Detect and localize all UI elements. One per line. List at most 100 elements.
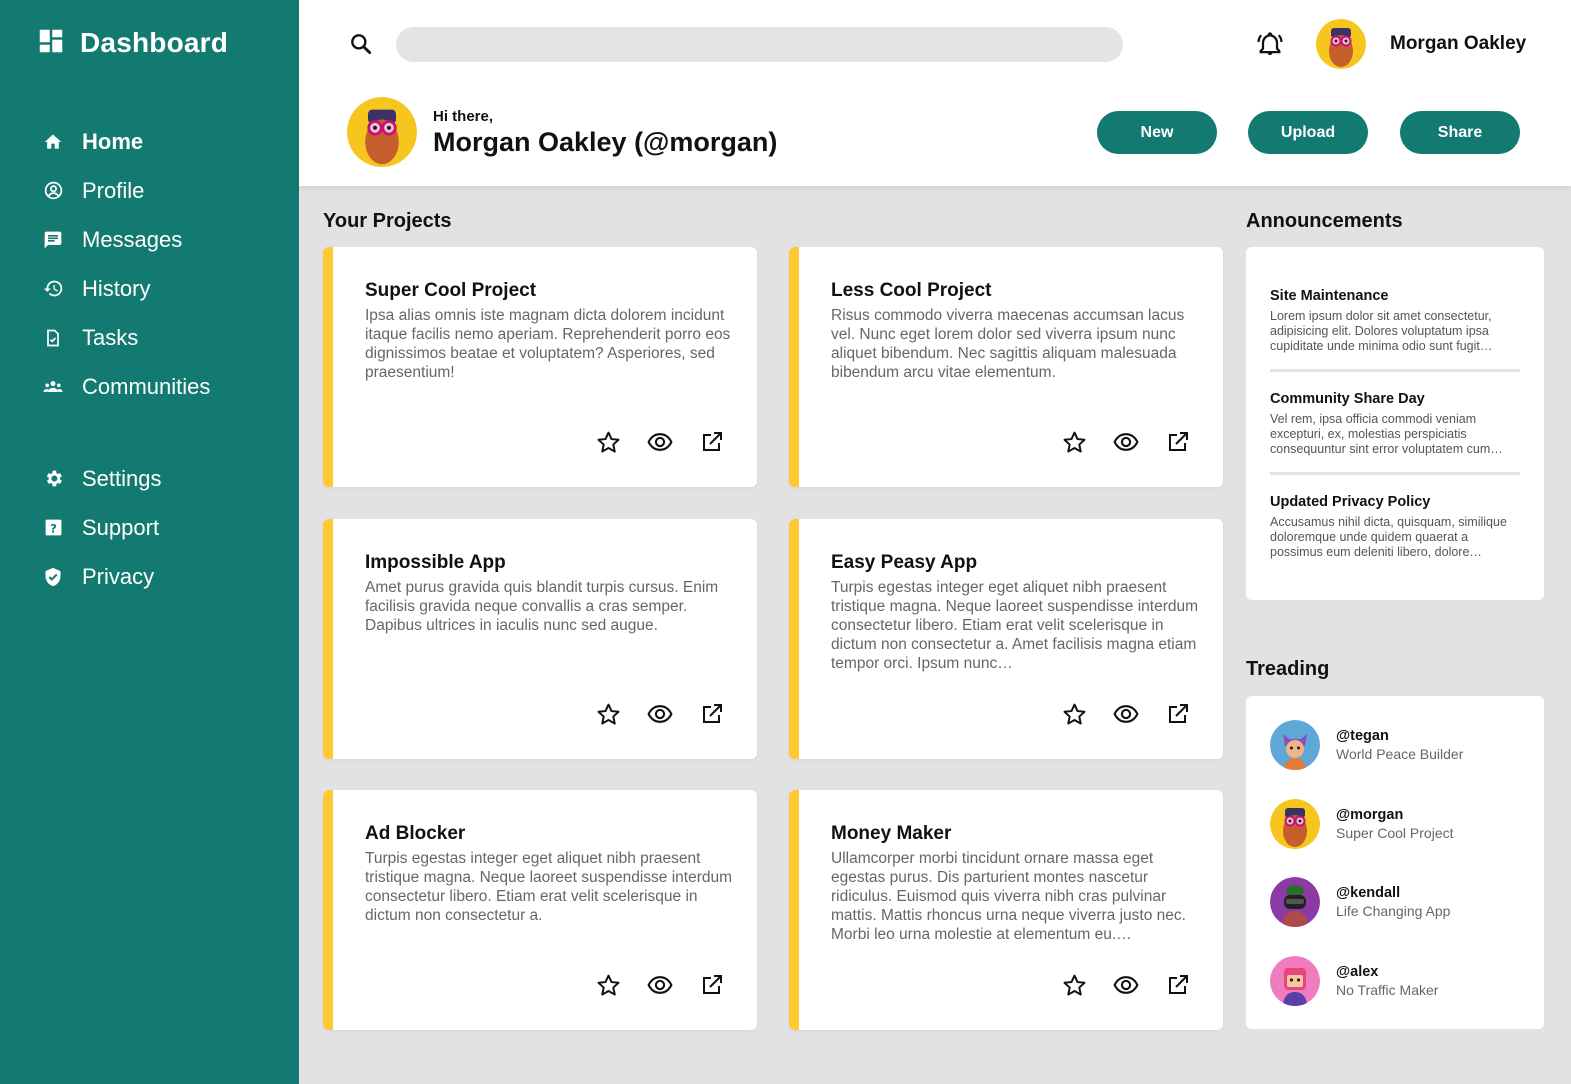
trending-handle: @kendall <box>1336 885 1401 901</box>
sidebar-item-label: Messages <box>82 226 183 252</box>
sidebar-item-label: Privacy <box>82 563 155 589</box>
eye-icon[interactable] <box>1113 701 1139 727</box>
sidebar-item-tasks[interactable]: Tasks <box>0 313 299 362</box>
profile-avatar <box>347 97 417 167</box>
svg-text:?: ? <box>50 521 57 535</box>
upload-button[interactable]: Upload <box>1248 111 1368 154</box>
trending-project: No Traffic Maker <box>1336 982 1439 998</box>
project-actions <box>595 429 725 455</box>
project-card[interactable]: Less Cool Project Risus commodo viverra … <box>789 247 1223 487</box>
dashboard-icon <box>36 26 66 61</box>
trending-handle: @tegan <box>1336 728 1389 744</box>
announcement-item[interactable]: Site Maintenance Lorem ipsum dolor sit a… <box>1270 288 1520 354</box>
greeting-name: Morgan Oakley (@morgan) <box>433 127 778 157</box>
project-description: Ullamcorper morbi tincidunt ornare massa… <box>831 850 1186 943</box>
trending-item[interactable]: @kendall Life Changing App <box>1270 877 1450 927</box>
sidebar-item-profile[interactable]: Profile <box>0 166 299 215</box>
trending-text: @morgan Super Cool Project <box>1336 807 1454 841</box>
eye-icon[interactable] <box>647 972 673 998</box>
sidebar-item-label: Home <box>82 128 144 154</box>
external-link-icon[interactable] <box>699 701 725 727</box>
sidebar-item-label: Tasks <box>82 324 139 350</box>
external-link-icon[interactable] <box>1165 429 1191 455</box>
trending-panel: @tegan World Peace Builder @morgan Super… <box>1246 696 1544 1029</box>
communities-icon <box>42 376 64 398</box>
external-link-icon[interactable] <box>699 429 725 455</box>
external-link-icon[interactable] <box>699 972 725 998</box>
profile-icon <box>42 180 64 202</box>
trending-item[interactable]: @alex No Traffic Maker <box>1270 956 1438 1006</box>
sidebar-item-label: Settings <box>82 465 162 491</box>
search-icon[interactable] <box>348 31 374 57</box>
search-input[interactable] <box>396 27 1123 62</box>
project-card[interactable]: Impossible App Amet purus gravida quis b… <box>323 519 757 759</box>
sidebar-item-privacy[interactable]: Privacy <box>0 552 299 601</box>
star-icon[interactable] <box>595 429 621 455</box>
home-icon <box>42 131 64 153</box>
announcements-title: Announcements <box>1246 210 1403 232</box>
project-card[interactable]: Ad Blocker Turpis egestas integer eget a… <box>323 790 757 1030</box>
sidebar-item-support[interactable]: ? Support <box>0 503 299 552</box>
sidebar-item-messages[interactable]: Messages <box>0 215 299 264</box>
external-link-icon[interactable] <box>1165 701 1191 727</box>
project-title: Impossible App <box>365 552 506 573</box>
header: Morgan Oakley Hi there, Morgan Oakley (@… <box>299 0 1571 186</box>
project-actions <box>595 972 725 998</box>
announcement-title: Site Maintenance <box>1270 288 1389 304</box>
avatar[interactable] <box>1316 19 1366 69</box>
trending-item[interactable]: @tegan World Peace Builder <box>1270 720 1463 770</box>
trending-item[interactable]: @morgan Super Cool Project <box>1270 799 1454 849</box>
project-actions <box>1061 701 1191 727</box>
project-description: Ipsa alias omnis iste magnam dicta dolor… <box>365 307 731 381</box>
project-description: Amet purus gravida quis blandit turpis c… <box>365 579 719 634</box>
announcement-title: Updated Privacy Policy <box>1270 494 1431 510</box>
project-actions <box>1061 429 1191 455</box>
sidebar-item-home[interactable]: Home <box>0 117 299 166</box>
trending-project: World Peace Builder <box>1336 746 1464 762</box>
trending-handle: @alex <box>1336 964 1379 980</box>
brand-title: Dashboard <box>80 27 229 58</box>
project-card[interactable]: Super Cool Project Ipsa alias omnis iste… <box>323 247 757 487</box>
project-title: Easy Peasy App <box>831 552 978 573</box>
star-icon[interactable] <box>595 972 621 998</box>
projects-title: Your Projects <box>323 210 452 232</box>
project-card[interactable]: Easy Peasy App Turpis egestas integer eg… <box>789 519 1223 759</box>
trending-title: Treading <box>1246 658 1330 680</box>
avatar <box>1270 956 1320 1006</box>
star-icon[interactable] <box>1061 701 1087 727</box>
avatar <box>1270 720 1320 770</box>
announcement-description: Accusamus nihil dicta, quisquam, similiq… <box>1270 515 1507 559</box>
external-link-icon[interactable] <box>1165 972 1191 998</box>
divider <box>1270 472 1520 475</box>
project-card[interactable]: Money Maker Ullamcorper morbi tincidunt … <box>789 790 1223 1030</box>
trending-text: @tegan World Peace Builder <box>1336 728 1463 762</box>
announcements-panel: Site Maintenance Lorem ipsum dolor sit a… <box>1246 247 1544 600</box>
eye-icon[interactable] <box>1113 429 1139 455</box>
share-button[interactable]: Share <box>1400 111 1520 154</box>
announcement-item[interactable]: Updated Privacy Policy Accusamus nihil d… <box>1270 494 1520 560</box>
trending-text: @alex No Traffic Maker <box>1336 964 1438 998</box>
brand[interactable]: Dashboard <box>36 27 228 59</box>
sidebar-item-history[interactable]: History <box>0 264 299 313</box>
star-icon[interactable] <box>1061 429 1087 455</box>
announcement-description: Vel rem, ipsa officia commodi veniam exc… <box>1270 412 1503 456</box>
star-icon[interactable] <box>1061 972 1087 998</box>
announcement-title: Community Share Day <box>1270 391 1425 407</box>
eye-icon[interactable] <box>647 429 673 455</box>
sidebar-item-settings[interactable]: Settings <box>0 454 299 503</box>
eye-icon[interactable] <box>647 701 673 727</box>
sidebar-item-label: History <box>82 275 151 301</box>
project-title: Ad Blocker <box>365 823 466 844</box>
trending-project: Super Cool Project <box>1336 825 1454 841</box>
sidebar-item-communities[interactable]: Communities <box>0 362 299 411</box>
eye-icon[interactable] <box>1113 972 1139 998</box>
project-title: Super Cool Project <box>365 280 537 301</box>
user-name[interactable]: Morgan Oakley <box>1390 33 1526 55</box>
announcement-description: Lorem ipsum dolor sit amet consectetur, … <box>1270 309 1493 353</box>
announcement-item[interactable]: Community Share Day Vel rem, ipsa offici… <box>1270 391 1520 457</box>
bell-icon[interactable] <box>1256 30 1284 58</box>
new-button[interactable]: New <box>1097 111 1217 154</box>
avatar <box>1270 799 1320 849</box>
star-icon[interactable] <box>595 701 621 727</box>
nav-secondary: Settings ? Support Privacy <box>0 454 299 601</box>
